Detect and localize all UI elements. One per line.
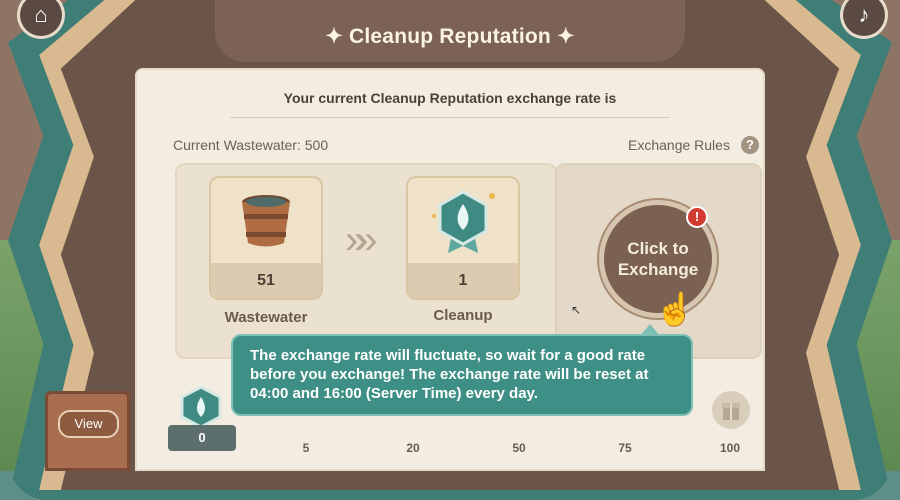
view-button[interactable]: View [58,410,119,438]
page-title: ✦ Cleanup Reputation ✦ [325,25,575,48]
milestone-value-100: 100 [719,441,741,455]
milestone-value-5: 5 [302,441,310,455]
wastewater-count: 51 [211,263,321,298]
reputation-card-art [408,178,518,263]
milestone-value-20: 20 [406,441,420,455]
home-icon: ⌂ [34,2,48,27]
pointing-hand-icon: ☝ [655,291,695,327]
reputation-badge-icon [432,190,495,253]
reputation-card: 1 [408,178,518,298]
current-wastewater-label: Current Wastewater: 500 [173,137,329,153]
help-icon[interactable]: ? [741,136,759,154]
tooltip-text: The exchange rate will fluctuate, so wai… [250,347,649,402]
milestone-current-value: 0 [168,425,236,451]
bucket-icon [242,195,290,247]
wastewater-card-art [211,178,321,263]
wastewater-card: 51 [211,178,321,298]
alert-icon: ! [688,208,706,226]
wastewater-name: Wastewater [224,309,308,326]
reputation-name: Cleanup Reputation [433,307,493,324]
exchange-button-line1: Click to [627,239,689,258]
exchange-button-label[interactable]: Click to Exchange [604,238,712,280]
exchange-button-line2: Exchange [617,260,699,279]
arrow-icon: »» [345,218,377,262]
title-bar: ✦ Cleanup Reputation ✦ [215,0,685,62]
reputation-count: 1 [408,263,518,298]
music-note-icon: ♪ [858,2,870,27]
mouse-cursor-icon: ↖ [571,303,582,317]
milestone-gift-icon[interactable] [712,391,750,429]
milestone-value-75: 75 [618,441,632,455]
divider [230,117,670,118]
milestone-value-50: 50 [512,441,526,455]
gift-icon [722,403,740,420]
milestone-start-icon [180,385,222,429]
exchange-rules-link[interactable]: Exchange Rules [628,137,730,153]
exchange-rate-text: Your current Cleanup Reputation exchange… [283,90,617,106]
